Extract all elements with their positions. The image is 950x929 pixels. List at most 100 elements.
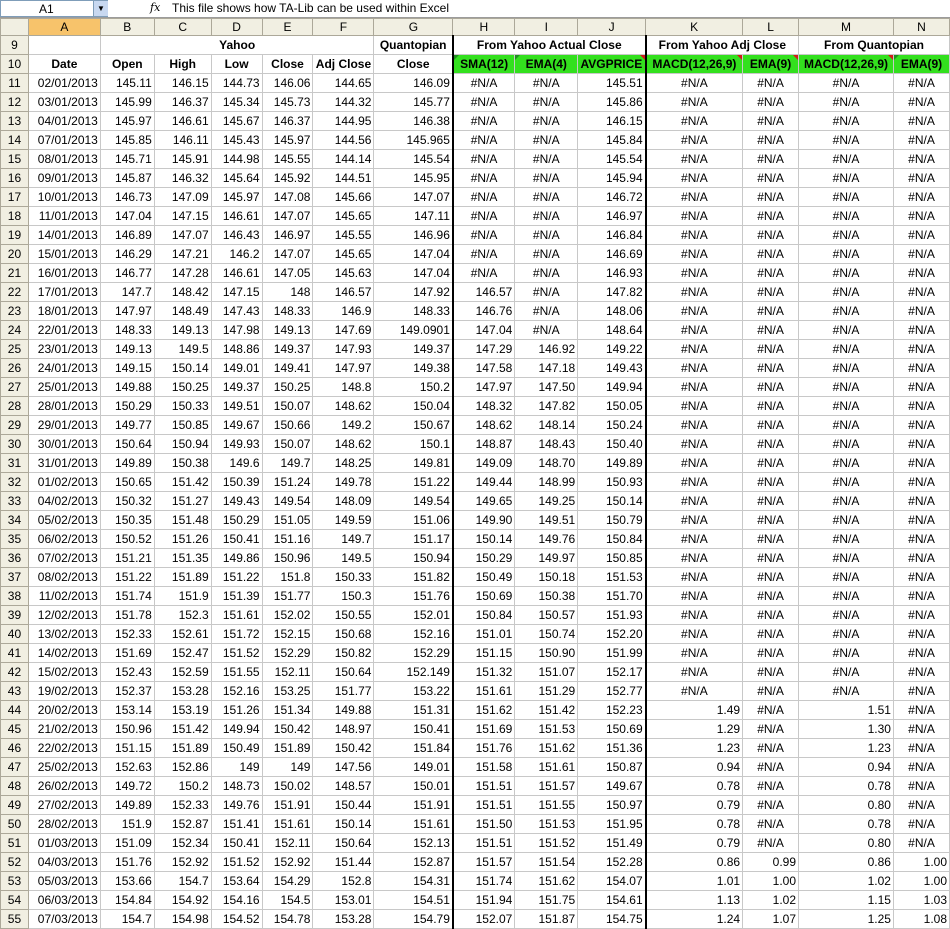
cell[interactable]: 154.7	[153, 871, 212, 891]
column-header-j[interactable]: J	[577, 18, 647, 36]
cell[interactable]: 152.77	[577, 681, 647, 701]
cell[interactable]: 149.25	[514, 491, 579, 511]
cell[interactable]: 1.23	[645, 738, 744, 758]
cell[interactable]: #N/A	[892, 548, 950, 568]
cell[interactable]: 151.57	[451, 852, 516, 872]
cell[interactable]: 145.77	[373, 92, 454, 112]
cell[interactable]: #N/A	[645, 377, 744, 397]
cell[interactable]: 149.37	[210, 377, 263, 397]
cell[interactable]: 04/01/2013	[27, 111, 101, 131]
cell[interactable]: 149.7	[312, 529, 375, 549]
cell[interactable]: 146.76	[451, 301, 516, 321]
cell[interactable]: #N/A	[798, 510, 894, 530]
cell[interactable]: 147.04	[373, 263, 454, 283]
cell[interactable]: 151.57	[514, 776, 579, 796]
cell[interactable]: 146.9	[312, 301, 375, 321]
cell[interactable]: 151.55	[210, 662, 263, 682]
cell[interactable]: 152.61	[153, 624, 212, 644]
cell[interactable]: #N/A	[798, 415, 894, 435]
cell[interactable]: 150.55	[312, 605, 375, 625]
row-header[interactable]: 26	[0, 358, 29, 378]
cell[interactable]: 151.21	[99, 548, 155, 568]
column-header-b[interactable]: B	[99, 18, 155, 36]
column-header-a[interactable]: A	[27, 18, 101, 36]
cell[interactable]: 151.74	[451, 871, 516, 891]
row-header[interactable]: 16	[0, 168, 29, 188]
cell[interactable]: 150.2	[153, 776, 212, 796]
select-all-corner[interactable]	[0, 18, 29, 36]
cell[interactable]: #N/A	[742, 206, 800, 226]
cell[interactable]: #N/A	[742, 73, 800, 93]
cell[interactable]: 147.82	[577, 282, 647, 302]
cell[interactable]: 1.15	[798, 890, 894, 910]
cell[interactable]: #N/A	[514, 187, 579, 207]
cell[interactable]: 146.97	[577, 206, 647, 226]
row-header[interactable]: 46	[0, 738, 29, 758]
cell[interactable]: #N/A	[892, 149, 950, 169]
cell[interactable]: 150.66	[261, 415, 314, 435]
cell[interactable]: 144.32	[312, 92, 375, 112]
cell[interactable]: 145.92	[261, 168, 314, 188]
cell[interactable]: 150.84	[451, 605, 516, 625]
cell[interactable]: #N/A	[798, 339, 894, 359]
cell[interactable]: #N/A	[514, 225, 579, 245]
cell[interactable]: 150.02	[261, 776, 314, 796]
cell[interactable]: 150.42	[261, 719, 314, 739]
column-label-cell[interactable]: Close	[373, 54, 454, 74]
cell[interactable]: 152.59	[153, 662, 212, 682]
cell[interactable]: 151.95	[577, 814, 647, 834]
cell[interactable]: 151.42	[153, 719, 212, 739]
cell[interactable]: 151.27	[153, 491, 212, 511]
column-header-l[interactable]: L	[742, 18, 800, 36]
cell[interactable]: #N/A	[645, 339, 744, 359]
cell[interactable]: 148.8	[312, 377, 375, 397]
row-header[interactable]: 22	[0, 282, 29, 302]
cell[interactable]: 149.13	[153, 320, 212, 340]
cell[interactable]: 151.39	[210, 586, 263, 606]
row-header[interactable]: 37	[0, 567, 29, 587]
cell[interactable]: 151.58	[451, 757, 516, 777]
cell[interactable]: 145.65	[312, 206, 375, 226]
cell[interactable]: 147.82	[514, 396, 579, 416]
cell[interactable]: 0.86	[645, 852, 744, 872]
cell[interactable]: 146.37	[153, 92, 212, 112]
cell[interactable]: 152.23	[577, 700, 647, 720]
cell[interactable]: 149.22	[577, 339, 647, 359]
cell[interactable]: 152.07	[451, 909, 516, 929]
cell[interactable]: 151.76	[451, 738, 516, 758]
cell[interactable]: 152.8	[312, 871, 375, 891]
cell[interactable]: 149.86	[210, 548, 263, 568]
cell[interactable]: 145.71	[99, 149, 155, 169]
row-header[interactable]: 52	[0, 852, 29, 872]
cell[interactable]: 152.11	[261, 833, 314, 853]
cell[interactable]: 148.42	[153, 282, 212, 302]
cell[interactable]: 152.87	[153, 814, 212, 834]
cell[interactable]: 02/01/2013	[27, 73, 101, 93]
cell[interactable]: 151.53	[577, 567, 647, 587]
cell[interactable]: 151.05	[261, 510, 314, 530]
cell[interactable]: 150.69	[451, 586, 516, 606]
cell[interactable]: 145.99	[99, 92, 155, 112]
cell[interactable]: 147.92	[373, 282, 454, 302]
cell[interactable]: 148.33	[99, 320, 155, 340]
row-header[interactable]: 53	[0, 871, 29, 891]
cell[interactable]: #N/A	[514, 111, 579, 131]
cell[interactable]: #N/A	[892, 681, 950, 701]
cell[interactable]: #N/A	[798, 358, 894, 378]
cell[interactable]: #N/A	[514, 320, 579, 340]
cell[interactable]: 31/01/2013	[27, 453, 101, 473]
column-header-i[interactable]: I	[514, 18, 579, 36]
cell[interactable]: 154.75	[577, 909, 647, 929]
cell[interactable]: 150.67	[373, 415, 454, 435]
cell[interactable]: 148.32	[451, 396, 516, 416]
cell[interactable]: 21/02/2013	[27, 719, 101, 739]
cell[interactable]: #N/A	[742, 776, 800, 796]
row-header[interactable]: 14	[0, 130, 29, 150]
cell[interactable]: 144.56	[312, 130, 375, 150]
cell[interactable]: #N/A	[645, 567, 744, 587]
cell[interactable]: 152.11	[261, 662, 314, 682]
row-header[interactable]: 10	[0, 54, 29, 74]
cell[interactable]: #N/A	[892, 719, 950, 739]
cell[interactable]: 148.62	[451, 415, 516, 435]
cell[interactable]: 22/01/2013	[27, 320, 101, 340]
